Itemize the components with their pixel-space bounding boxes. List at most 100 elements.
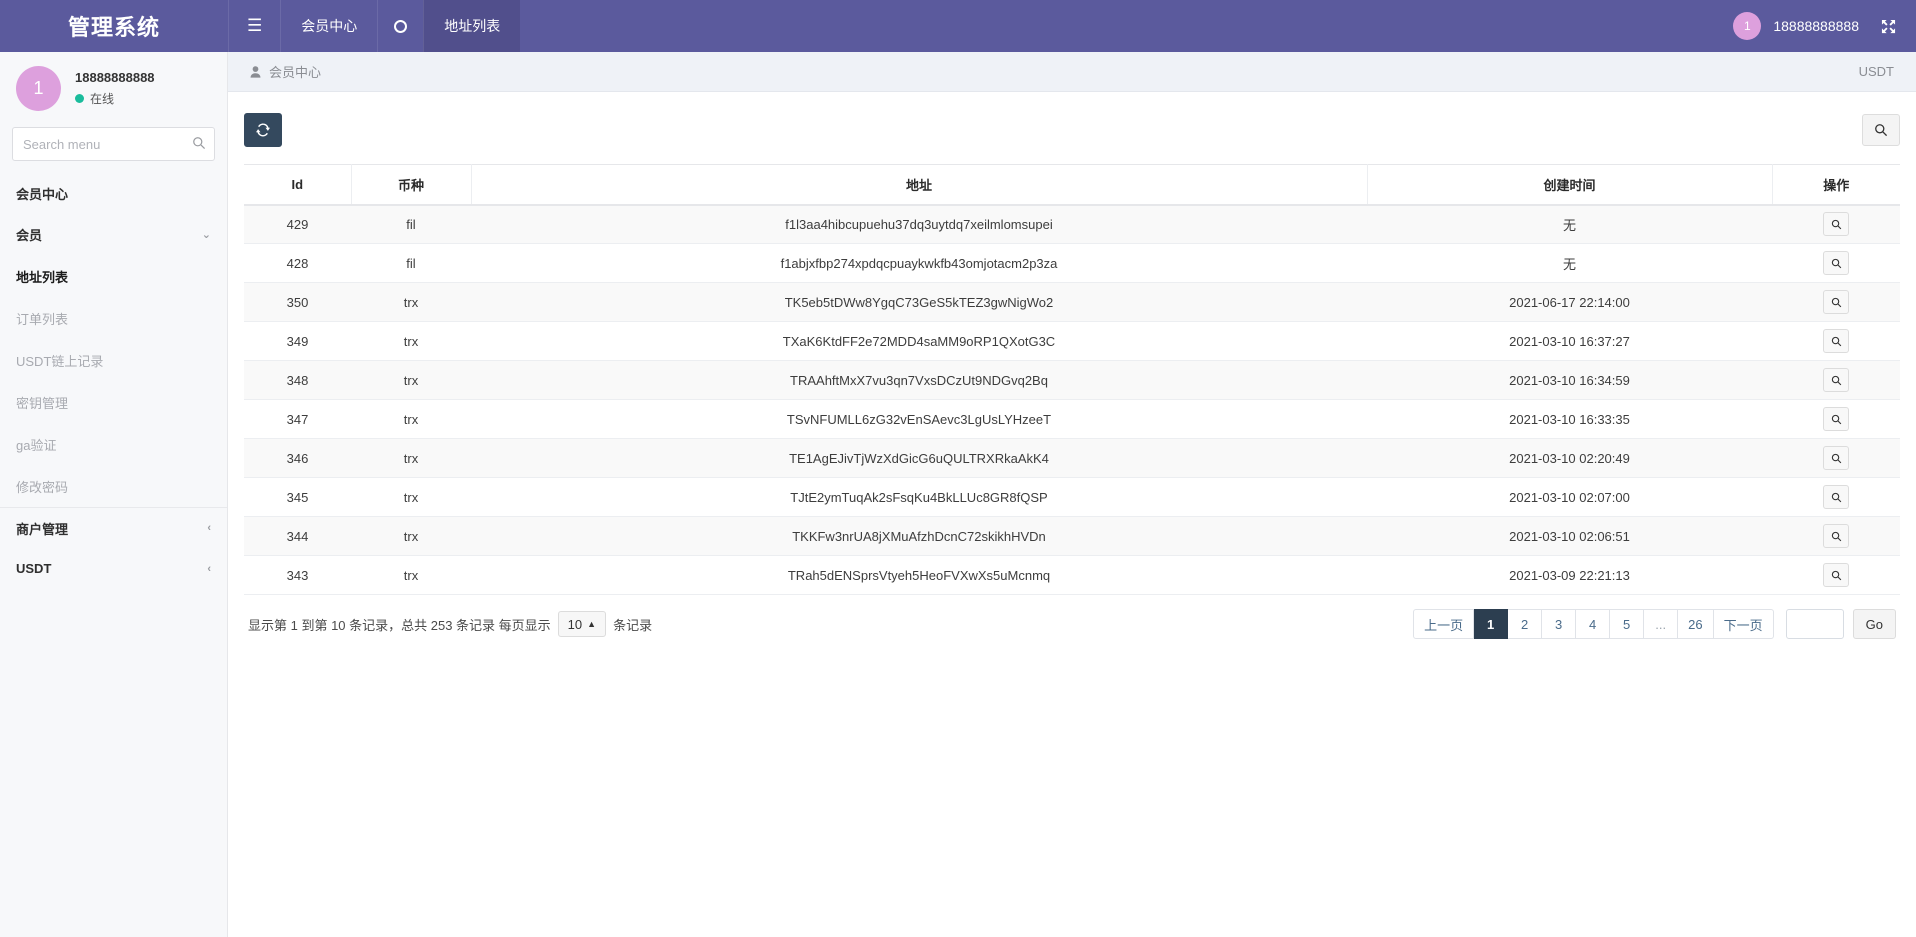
- sidebar-item-order-list[interactable]: 订单列表: [0, 297, 227, 339]
- navbar-avatar[interactable]: 1: [1733, 12, 1761, 40]
- cell-address: TKKFw3nrUA8jXMuAfzhDcnC72skikhHVDn: [471, 517, 1367, 556]
- search-icon[interactable]: [1823, 290, 1849, 314]
- navbar-username[interactable]: 18888888888: [1773, 18, 1859, 34]
- pagination-prev[interactable]: 上一页: [1413, 609, 1474, 639]
- cell-operation: [1772, 478, 1900, 517]
- sidebar-user-meta: 18888888888 在线: [75, 70, 155, 107]
- cell-created-time: 2021-03-10 02:20:49: [1367, 439, 1772, 478]
- cell-created-time: 2021-03-10 16:37:27: [1367, 322, 1772, 361]
- sidebar-status-label: 在线: [90, 90, 114, 107]
- avatar: 1: [16, 66, 61, 111]
- cell-operation: [1772, 517, 1900, 556]
- refresh-icon[interactable]: [244, 113, 282, 147]
- sidebar-item-label: 商户管理: [16, 519, 68, 538]
- nav-item-member-center[interactable]: 会员中心: [280, 0, 377, 52]
- goto-page-input[interactable]: [1786, 609, 1844, 639]
- cell-address: TSvNFUMLL6zG32vEnSAevc3LgUsLYHzeeT: [471, 400, 1367, 439]
- table-head: Id 币种 地址 创建时间 操作: [244, 165, 1900, 205]
- hamburger-menu-icon[interactable]: ☰: [228, 0, 280, 52]
- sidebar-item-change-password[interactable]: 修改密码: [0, 465, 227, 507]
- sidebar-item-label: 会员中心: [16, 184, 68, 203]
- column-header-operation[interactable]: 操作: [1772, 165, 1900, 205]
- cell-id: 350: [244, 283, 351, 322]
- column-header-id[interactable]: Id: [244, 165, 351, 205]
- table-row[interactable]: 349trxTXaK6KtdFF2e72MDD4saMM9oRP1QXotG3C…: [244, 322, 1900, 361]
- sidebar: 1 18888888888 在线 会员中心 会员 ⌄ 地址列表: [0, 52, 228, 937]
- table-row[interactable]: 348trxTRAAhftMxX7vu3qn7VxsDCzUt9NDGvq2Bq…: [244, 361, 1900, 400]
- record-summary-suffix: 条记录: [613, 615, 652, 634]
- column-header-created-time[interactable]: 创建时间: [1367, 165, 1772, 205]
- search-icon[interactable]: [1823, 368, 1849, 392]
- search-icon[interactable]: [1823, 485, 1849, 509]
- nav-item-address-list[interactable]: 地址列表: [423, 0, 520, 52]
- sidebar-item-merchant-management[interactable]: 商户管理 ‹: [0, 507, 227, 548]
- breadcrumb-right-label: USDT: [1859, 64, 1894, 79]
- sidebar-item-label: 修改密码: [16, 477, 68, 496]
- pagination-next[interactable]: 下一页: [1714, 609, 1774, 639]
- cell-id: 345: [244, 478, 351, 517]
- sidebar-user-status: 在线: [75, 90, 155, 107]
- table-row[interactable]: 347trxTSvNFUMLL6zG32vEnSAevc3LgUsLYHzeeT…: [244, 400, 1900, 439]
- sidebar-user-block: 1 18888888888 在线: [0, 52, 227, 121]
- sidebar-item-ga-verification[interactable]: ga验证: [0, 423, 227, 465]
- navbar-left-items: ☰ 会员中心 地址列表: [228, 0, 520, 52]
- app-brand[interactable]: 管理系统: [0, 0, 228, 52]
- table-row[interactable]: 428filf1abjxfbp274xpdqcpuaykwkfb43omjota…: [244, 244, 1900, 283]
- cell-address: TXaK6KtdFF2e72MDD4saMM9oRP1QXotG3C: [471, 322, 1367, 361]
- sidebar-item-label: USDT: [16, 561, 51, 576]
- table-row[interactable]: 350trxTK5eb5tDWw8YgqC73GeS5kTEZ3gwNigWo2…: [244, 283, 1900, 322]
- cell-coin: trx: [351, 478, 471, 517]
- cell-id: 428: [244, 244, 351, 283]
- sidebar-item-label: 会员: [16, 225, 42, 244]
- sidebar-item-key-management[interactable]: 密钥管理: [0, 381, 227, 423]
- column-header-coin[interactable]: 币种: [351, 165, 471, 205]
- sidebar-submenu-member: 地址列表 订单列表 USDT链上记录 密钥管理 ga验证 修改密码: [0, 255, 227, 507]
- cell-address: TE1AgEJivTjWzXdGicG6uQULTRXRkaAkK4: [471, 439, 1367, 478]
- top-navbar: 管理系统 ☰ 会员中心 地址列表 1 18888888888: [0, 0, 1916, 52]
- user-icon: [250, 66, 261, 78]
- breadcrumb-text: 会员中心: [269, 62, 321, 81]
- circle-icon[interactable]: [377, 0, 423, 52]
- pagination-page-1[interactable]: 1: [1474, 609, 1508, 639]
- search-icon[interactable]: [1823, 407, 1849, 431]
- sidebar-item-address-list[interactable]: 地址列表: [0, 255, 227, 297]
- online-status-icon: [75, 94, 84, 103]
- table-row[interactable]: 346trxTE1AgEJivTjWzXdGicG6uQULTRXRkaAkK4…: [244, 439, 1900, 478]
- search-icon[interactable]: [1862, 114, 1900, 146]
- table-row[interactable]: 345trxTJtE2ymTuqAk2sFsqKu4BkLLUc8GR8fQSP…: [244, 478, 1900, 517]
- column-header-address[interactable]: 地址: [471, 165, 1367, 205]
- table-row[interactable]: 344trxTKKFw3nrUA8jXMuAfzhDcnC72skikhHVDn…: [244, 517, 1900, 556]
- cell-coin: trx: [351, 283, 471, 322]
- main-content: 会员中心 USDT Id 币种 地址: [228, 52, 1916, 937]
- search-icon[interactable]: [1823, 446, 1849, 470]
- pagination: 上一页12345...26下一页: [1413, 609, 1774, 639]
- pagination-page-3[interactable]: 3: [1542, 609, 1576, 639]
- cell-address: f1abjxfbp274xpdqcpuaykwkfb43omjotacm2p3z…: [471, 244, 1367, 283]
- search-menu-input[interactable]: [12, 127, 215, 161]
- search-icon[interactable]: [1823, 251, 1849, 275]
- pagination-page-2[interactable]: 2: [1508, 609, 1542, 639]
- go-button[interactable]: Go: [1853, 609, 1896, 639]
- search-icon[interactable]: [1823, 329, 1849, 353]
- cell-id: 346: [244, 439, 351, 478]
- cell-id: 349: [244, 322, 351, 361]
- fullscreen-expand-icon[interactable]: [1881, 19, 1896, 34]
- sidebar-item-label: 地址列表: [16, 267, 68, 286]
- sidebar-item-member-center[interactable]: 会员中心: [0, 173, 227, 214]
- cell-created-time: 2021-03-09 22:21:13: [1367, 556, 1772, 595]
- cell-id: 429: [244, 205, 351, 244]
- search-icon[interactable]: [1823, 563, 1849, 587]
- pagination-page-5[interactable]: 5: [1610, 609, 1644, 639]
- cell-operation: [1772, 205, 1900, 244]
- search-icon[interactable]: [1823, 212, 1849, 236]
- sidebar-item-member[interactable]: 会员 ⌄: [0, 214, 227, 255]
- table-row[interactable]: 429filf1l3aa4hibcupuehu37dq3uytdq7xeilml…: [244, 205, 1900, 244]
- sidebar-item-usdt-chain-records[interactable]: USDT链上记录: [0, 339, 227, 381]
- page-size-selector[interactable]: 10 ▲: [558, 611, 606, 637]
- table-row[interactable]: 343trxTRah5dENSprsVtyeh5HeoFVXwXs5uMcnmq…: [244, 556, 1900, 595]
- cell-operation: [1772, 244, 1900, 283]
- pagination-page-4[interactable]: 4: [1576, 609, 1610, 639]
- pagination-page-26[interactable]: 26: [1678, 609, 1713, 639]
- sidebar-item-usdt[interactable]: USDT ‹: [0, 548, 227, 589]
- search-icon[interactable]: [1823, 524, 1849, 548]
